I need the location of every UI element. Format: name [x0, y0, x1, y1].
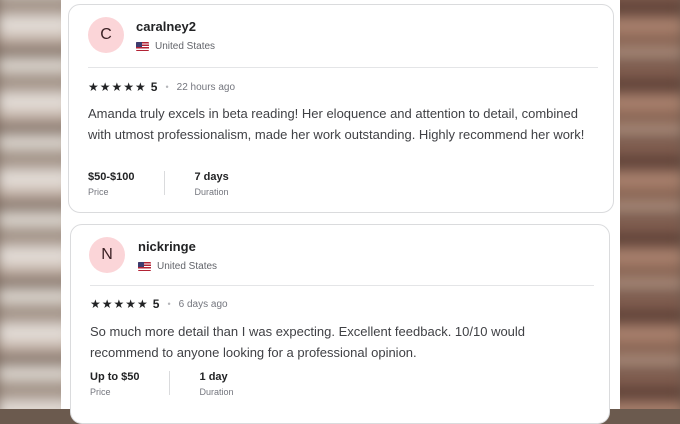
- us-flag-icon: [138, 262, 151, 271]
- duration-info: 7 days Duration: [195, 171, 229, 197]
- price-info: $50-$100 Price: [88, 171, 135, 197]
- price-info: Up to $50 Price: [90, 371, 140, 397]
- review-card: C caralney2 United States ★★★★★ 5 • 22 h…: [68, 4, 614, 213]
- price-value: Up to $50: [90, 371, 140, 383]
- price-value: $50-$100: [88, 171, 135, 183]
- meta-divider: [168, 371, 170, 395]
- us-flag-icon: [136, 42, 149, 51]
- duration-label: Duration: [199, 387, 234, 397]
- separator-dot: •: [165, 82, 169, 92]
- review-text: Amanda truly excels in beta reading! Her…: [88, 106, 585, 142]
- meta-divider: [163, 171, 165, 195]
- background-bookshelf-right: [610, 0, 680, 409]
- price-label: Price: [90, 387, 111, 397]
- review-time: 22 hours ago: [176, 81, 236, 93]
- rating-score: 5: [150, 80, 158, 94]
- reviewer-country: United States: [136, 41, 215, 52]
- review-rating: ★★★★★ 5 • 6 days ago: [90, 297, 228, 311]
- review-card: N nickringe United States ★★★★★ 5 • 6 da…: [70, 224, 610, 424]
- star-icon: ★★★★★: [90, 297, 149, 311]
- duration-value: 1 day: [199, 371, 228, 383]
- duration-label: Duration: [194, 187, 229, 197]
- divider: [88, 67, 598, 68]
- price-label: Price: [88, 187, 109, 197]
- reviewer-username[interactable]: caralney2: [136, 19, 196, 34]
- review-meta: Up to $50 Price 1 day Duration: [90, 371, 234, 397]
- star-icon: ★★★★★: [88, 80, 147, 94]
- country-label: United States: [155, 41, 216, 52]
- rating-score: 5: [152, 297, 160, 311]
- avatar[interactable]: N: [89, 237, 125, 273]
- duration-info: 1 day Duration: [200, 371, 234, 397]
- separator-dot: •: [167, 299, 171, 309]
- reviews-panel: C caralney2 United States ★★★★★ 5 • 22 h…: [61, 0, 620, 424]
- reviewer-country: United States: [138, 261, 217, 272]
- background-bookshelf-left: [0, 0, 70, 409]
- avatar[interactable]: C: [88, 17, 124, 53]
- country-label: United States: [157, 261, 218, 272]
- divider: [90, 285, 594, 286]
- review-rating: ★★★★★ 5 • 22 hours ago: [88, 80, 235, 94]
- review-text: So much more detail than I was expecting…: [90, 324, 526, 360]
- review-meta: $50-$100 Price 7 days Duration: [88, 171, 229, 197]
- review-time: 6 days ago: [178, 298, 228, 310]
- duration-value: 7 days: [194, 171, 229, 183]
- reviewer-username[interactable]: nickringe: [138, 239, 196, 254]
